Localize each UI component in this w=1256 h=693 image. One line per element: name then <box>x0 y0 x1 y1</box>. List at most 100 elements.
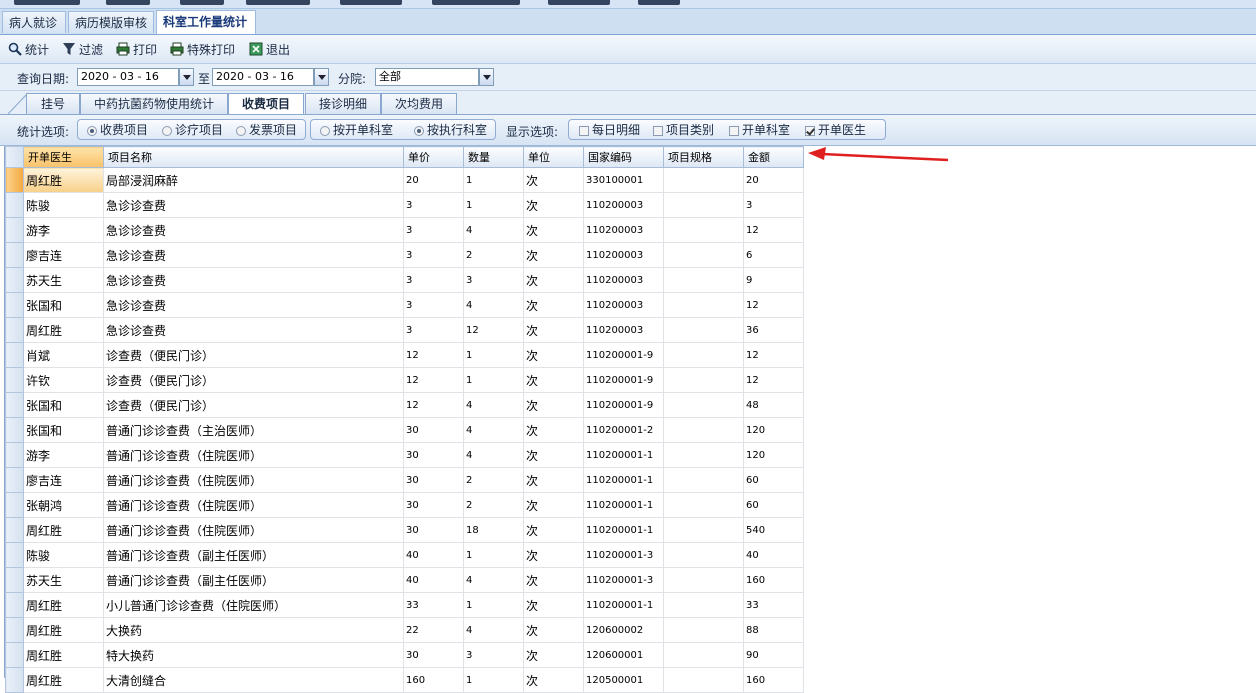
table-cell[interactable]: 次 <box>523 392 584 418</box>
table-cell[interactable]: 3 <box>403 217 464 243</box>
table-cell[interactable]: 88 <box>743 617 804 643</box>
table-row[interactable]: 周红胜 局部浸润麻醉 20 1 次 330100001 20 <box>5 167 804 193</box>
table-cell[interactable]: 苏天生 <box>23 267 104 293</box>
table-cell[interactable]: 2 <box>463 492 524 518</box>
table-cell[interactable]: 4 <box>463 417 524 443</box>
table-cell[interactable]: 110200003 <box>583 217 664 243</box>
table-cell[interactable]: 120 <box>743 442 804 468</box>
table-cell[interactable]: 22 <box>403 617 464 643</box>
table-row[interactable]: 周红胜 特大换药 30 3 次 120600001 90 <box>5 642 804 668</box>
table-cell[interactable]: 急诊诊查费 <box>103 292 404 318</box>
print-button[interactable]: 打印 <box>116 39 157 59</box>
table-cell[interactable]: 9 <box>743 267 804 293</box>
table-cell[interactable]: 110200001-1 <box>583 442 664 468</box>
table-cell[interactable]: 90 <box>743 642 804 668</box>
table-cell[interactable] <box>663 442 744 468</box>
table-cell[interactable]: 1 <box>463 167 524 193</box>
table-cell[interactable]: 4 <box>463 442 524 468</box>
table-cell[interactable]: 3 <box>403 292 464 318</box>
row-selector[interactable] <box>5 467 24 493</box>
table-cell[interactable]: 12 <box>743 292 804 318</box>
table-cell[interactable] <box>663 267 744 293</box>
table-cell[interactable]: 3 <box>463 642 524 668</box>
table-cell[interactable]: 540 <box>743 517 804 543</box>
column-header-item-name[interactable]: 项目名称 <box>103 146 404 168</box>
table-cell[interactable]: 4 <box>463 567 524 593</box>
table-cell[interactable]: 次 <box>523 317 584 343</box>
row-selector[interactable] <box>5 217 24 243</box>
table-cell[interactable]: 40 <box>743 542 804 568</box>
table-cell[interactable]: 30 <box>403 442 464 468</box>
table-cell[interactable] <box>663 592 744 618</box>
table-cell[interactable]: 110200001-9 <box>583 392 664 418</box>
table-cell[interactable]: 周红胜 <box>23 517 104 543</box>
table-cell[interactable]: 普通门诊诊查费（主治医师） <box>103 417 404 443</box>
table-cell[interactable]: 廖吉连 <box>23 467 104 493</box>
table-cell[interactable]: 游李 <box>23 217 104 243</box>
table-cell[interactable]: 30 <box>403 642 464 668</box>
table-cell[interactable]: 普通门诊诊查费（副主任医师） <box>103 542 404 568</box>
table-cell[interactable]: 1 <box>463 592 524 618</box>
table-cell[interactable] <box>663 167 744 193</box>
table-cell[interactable]: 普通门诊诊查费（住院医师） <box>103 442 404 468</box>
table-row[interactable]: 周红胜 小儿普通门诊诊查费（住院医师） 33 1 次 110200001-1 33 <box>5 592 804 618</box>
start-date-dropdown[interactable] <box>179 68 194 86</box>
row-selector[interactable] <box>5 417 24 443</box>
table-cell[interactable]: 急诊诊查费 <box>103 267 404 293</box>
column-header-unit-price[interactable]: 单价 <box>403 146 464 168</box>
table-cell[interactable] <box>663 217 744 243</box>
table-row[interactable]: 游李 急诊诊查费 3 4 次 110200003 12 <box>5 217 804 243</box>
table-cell[interactable]: 12 <box>403 367 464 393</box>
table-cell[interactable]: 12 <box>743 217 804 243</box>
table-cell[interactable]: 1 <box>463 542 524 568</box>
table-cell[interactable]: 12 <box>743 342 804 368</box>
table-cell[interactable]: 次 <box>523 292 584 318</box>
display-option-daily-detail[interactable]: 每日明细 <box>579 120 640 141</box>
table-cell[interactable] <box>663 292 744 318</box>
table-cell[interactable]: 60 <box>743 467 804 493</box>
table-row[interactable]: 张国和 诊查费（便民门诊） 12 4 次 110200001-9 48 <box>5 392 804 418</box>
table-cell[interactable]: 诊查费（便民门诊） <box>103 392 404 418</box>
table-cell[interactable]: 18 <box>463 517 524 543</box>
table-cell[interactable]: 次 <box>523 267 584 293</box>
table-cell[interactable]: 3 <box>743 192 804 218</box>
table-cell[interactable]: 20 <box>743 167 804 193</box>
table-cell[interactable]: 次 <box>523 542 584 568</box>
table-row[interactable]: 张国和 急诊诊查费 3 4 次 110200003 12 <box>5 292 804 318</box>
table-cell[interactable]: 110200001-9 <box>583 367 664 393</box>
column-header-national-code[interactable]: 国家编码 <box>583 146 664 168</box>
column-header-quantity[interactable]: 数量 <box>463 146 524 168</box>
column-header-doctor[interactable]: 开单医生 <box>23 146 104 168</box>
table-cell[interactable]: 廖吉连 <box>23 242 104 268</box>
table-cell[interactable]: 周红胜 <box>23 317 104 343</box>
table-cell[interactable]: 12 <box>743 367 804 393</box>
table-cell[interactable]: 160 <box>743 567 804 593</box>
table-cell[interactable]: 局部浸润麻醉 <box>103 167 404 193</box>
table-cell[interactable]: 次 <box>523 342 584 368</box>
column-header-item-spec[interactable]: 项目规格 <box>663 146 744 168</box>
table-row[interactable]: 周红胜 大换药 22 4 次 120600002 88 <box>5 617 804 643</box>
table-cell[interactable]: 次 <box>523 192 584 218</box>
table-cell[interactable]: 次 <box>523 442 584 468</box>
table-cell[interactable]: 33 <box>403 592 464 618</box>
table-cell[interactable]: 次 <box>523 642 584 668</box>
table-cell[interactable]: 4 <box>463 617 524 643</box>
row-selector[interactable] <box>5 592 24 618</box>
table-row[interactable]: 张国和 普通门诊诊查费（主治医师） 30 4 次 110200001-2 120 <box>5 417 804 443</box>
table-cell[interactable]: 36 <box>743 317 804 343</box>
table-cell[interactable] <box>663 642 744 668</box>
table-cell[interactable]: 3 <box>403 317 464 343</box>
table-cell[interactable] <box>663 492 744 518</box>
table-cell[interactable]: 120500001 <box>583 667 664 693</box>
table-cell[interactable]: 周红胜 <box>23 167 104 193</box>
table-cell[interactable]: 3 <box>403 242 464 268</box>
table-cell[interactable]: 次 <box>523 367 584 393</box>
table-cell[interactable] <box>663 667 744 693</box>
table-cell[interactable] <box>663 242 744 268</box>
end-date-dropdown[interactable] <box>314 68 329 86</box>
table-cell[interactable]: 1 <box>463 342 524 368</box>
table-row[interactable]: 廖吉连 普通门诊诊查费（住院医师） 30 2 次 110200001-1 60 <box>5 467 804 493</box>
table-cell[interactable]: 3 <box>403 192 464 218</box>
row-selector[interactable] <box>5 292 24 318</box>
table-row[interactable]: 许钦 诊查费（便民门诊） 12 1 次 110200001-9 12 <box>5 367 804 393</box>
